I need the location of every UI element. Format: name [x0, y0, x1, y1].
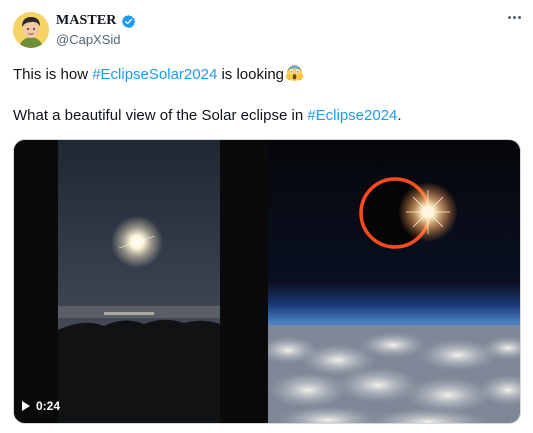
hashtag-link[interactable]: #Eclipse2024	[307, 107, 397, 124]
more-dots-icon	[507, 15, 511, 19]
eclipse-video-image	[14, 140, 268, 423]
more-options-button[interactable]	[505, 10, 523, 24]
tweet-text-line-2: What a beautiful view of the Solar eclip…	[13, 106, 402, 126]
play-icon	[22, 401, 30, 411]
tweet-card: MASTER @CapXSid This is how #EclipseSola…	[0, 0, 533, 433]
hashtag-link[interactable]: #EclipseSolar2024	[92, 66, 217, 83]
avatar-illustration-icon	[13, 12, 49, 48]
tweet-text-line-1: This is how #EclipseSolar2024 is looking	[13, 63, 304, 85]
tweet-text: is looking	[217, 66, 284, 83]
author-name-row: MASTER	[56, 13, 136, 29]
video-duration-badge: 0:24	[22, 399, 60, 413]
verified-badge-icon	[121, 14, 135, 28]
video-thumbnail[interactable]: 0:24	[14, 140, 268, 423]
eclipse-photo-image	[268, 140, 520, 423]
eclipse-photo[interactable]	[268, 140, 520, 423]
video-duration: 0:24	[36, 399, 61, 413]
tweet-text: What a beautiful view of the Solar eclip…	[13, 107, 308, 124]
author-name[interactable]: MASTER	[56, 13, 117, 29]
avatar[interactable]	[13, 12, 49, 48]
media-grid: 0:24	[13, 139, 521, 424]
tweet-text: This is how	[13, 66, 93, 83]
tweet-text: .	[397, 107, 402, 124]
scream-emoji-icon	[285, 64, 304, 82]
author-handle[interactable]: @CapXSid	[56, 32, 121, 47]
